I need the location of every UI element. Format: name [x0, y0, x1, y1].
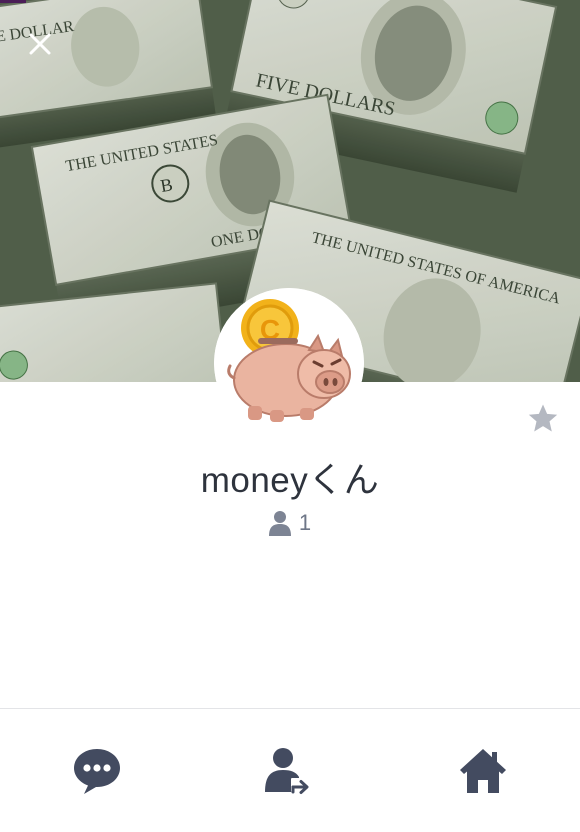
home-button[interactable]	[387, 709, 580, 832]
chat-bubble-icon	[73, 748, 120, 794]
avatar[interactable]: C	[214, 288, 364, 438]
chat-button[interactable]	[0, 709, 193, 832]
favorite-button[interactable]	[522, 398, 564, 440]
friend-count: 1	[298, 510, 312, 535]
close-button[interactable]	[22, 26, 58, 62]
status-accent-mark	[0, 0, 26, 3]
friend-count-row: 1	[0, 510, 580, 536]
profile-name: moneyくん	[200, 461, 380, 500]
profile-screen: ONE DOLLAR FIVE DOLLARS B THE UNITED STA…	[0, 0, 580, 832]
share-contact-button[interactable]	[193, 709, 386, 832]
close-icon	[29, 33, 51, 55]
star-icon	[528, 404, 558, 432]
home-icon	[460, 748, 507, 793]
piggy-bank-coin-image: C	[214, 288, 364, 438]
bottom-action-bar	[0, 709, 580, 832]
share-contact-icon	[264, 747, 313, 794]
person-icon	[268, 511, 291, 536]
